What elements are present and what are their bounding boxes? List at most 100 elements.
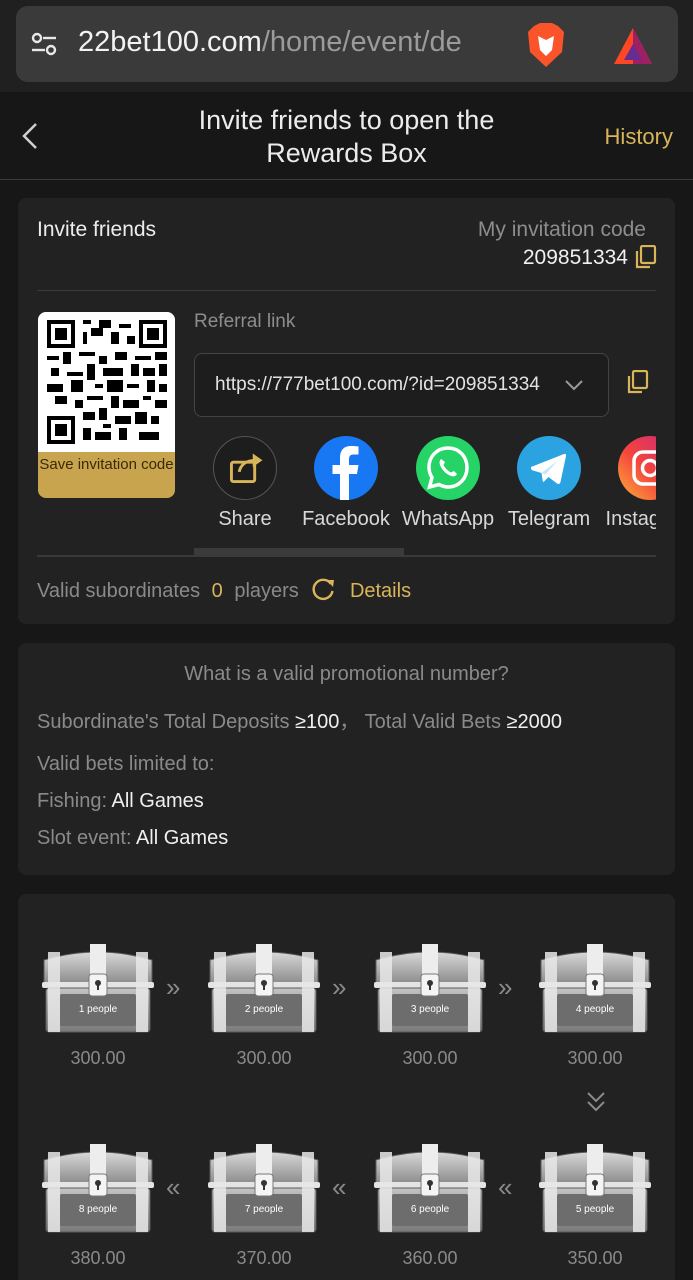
rules-question: What is a valid promotional number?: [184, 663, 509, 685]
url-path: /home/event/de: [261, 26, 462, 58]
bets-value: ≥2000: [506, 711, 563, 733]
details-link[interactable]: Details: [350, 580, 411, 602]
chest-people-label: 1 people: [78, 1004, 118, 1015]
back-arrow-icon[interactable]: [18, 120, 42, 152]
page-header: Invite friends to open the Rewards Box H…: [0, 92, 693, 180]
copy-code-icon[interactable]: [635, 245, 657, 269]
double-chevron-right-icon: »: [332, 972, 347, 1002]
qr-code-card[interactable]: Save invitation code: [38, 312, 175, 498]
invite-title: Invite friends: [37, 218, 157, 241]
deposits-label: Subordinate's Total Deposits: [37, 711, 290, 733]
slot-event-label: Slot event:: [37, 827, 132, 849]
chest-people-label: 7 people: [244, 1204, 284, 1215]
share-icon: [213, 436, 277, 500]
chest-people-label: 8 people: [78, 1204, 118, 1215]
share-scroll-thumb[interactable]: [194, 548, 404, 555]
slot-event-value: All Games: [135, 827, 229, 849]
rewards-chests-card: 1 people 300.00 2 people 300.00 3 people 300.…: [18, 894, 675, 1280]
share-item-telegram[interactable]: Telegram: [498, 436, 600, 548]
divider: [37, 290, 656, 291]
reward-chest-7[interactable]: 7 people: [204, 1138, 324, 1238]
bets-label: Total Valid Bets: [364, 711, 501, 733]
chest-people-label: 3 people: [410, 1004, 450, 1015]
chest-amount: 300.00: [567, 1048, 623, 1068]
referral-link-value: https://777bet100.com/?id=209851334: [215, 374, 540, 395]
site-settings-icon[interactable]: [30, 30, 58, 58]
double-chevron-left-icon: «: [166, 1172, 181, 1202]
url-domain: 22bet100.com: [78, 26, 262, 58]
chest-amount: 360.00: [402, 1248, 458, 1268]
fishing-value: All Games: [111, 790, 204, 812]
double-chevron-down-icon: [585, 1090, 607, 1119]
whatsapp-icon: [416, 436, 480, 500]
referral-link-field[interactable]: https://777bet100.com/?id=209851334: [194, 353, 609, 417]
share-options: Share Facebook WhatsApp Telegram Instag: [194, 436, 656, 548]
valid-subordinates-row: Valid subordinates 0 players Details: [37, 576, 411, 603]
rewards-triangle-icon[interactable]: [612, 26, 654, 66]
reward-chest-8[interactable]: 8 people: [38, 1138, 158, 1238]
double-chevron-right-icon: »: [166, 972, 181, 1002]
address-bar[interactable]: 22bet100.com/home/event/de: [16, 6, 678, 82]
treasure-chest-icon: [208, 944, 320, 1033]
chest-people-label: 4 people: [575, 1004, 615, 1015]
chest-amount: 370.00: [236, 1248, 292, 1268]
qr-code-image: [47, 320, 167, 444]
instagram-icon: [618, 436, 656, 500]
copy-link-icon[interactable]: [627, 370, 649, 394]
chest-amount: 380.00: [70, 1248, 126, 1268]
fishing-label: Fishing:: [37, 790, 108, 812]
treasure-chest-icon: [208, 1144, 320, 1233]
valid-subordinates-count: 0: [211, 580, 223, 602]
share-scroll-track: [37, 555, 656, 557]
share-item-whatsapp[interactable]: WhatsApp: [397, 436, 499, 548]
chevron-down-icon[interactable]: [564, 378, 584, 392]
treasure-chest-icon: [42, 1144, 154, 1233]
treasure-chest-icon: [539, 944, 651, 1033]
reward-chest-2[interactable]: 2 people: [204, 938, 324, 1038]
valid-subordinates-unit: players: [234, 580, 299, 602]
share-item-facebook[interactable]: Facebook: [295, 436, 397, 548]
double-chevron-left-icon: «: [332, 1172, 347, 1202]
treasure-chest-icon: [374, 1144, 486, 1233]
save-invitation-code-button[interactable]: Save invitation code: [38, 455, 175, 475]
facebook-icon: [314, 436, 378, 500]
share-item-share[interactable]: Share: [194, 436, 296, 548]
referral-link-label: Referral link: [194, 311, 296, 332]
separator: ，: [339, 711, 360, 733]
double-chevron-right-icon: »: [498, 972, 513, 1002]
chest-people-label: 6 people: [410, 1204, 450, 1215]
reward-chest-5[interactable]: 5 people: [535, 1138, 655, 1238]
valid-bets-limited-label: Valid bets limited to:: [37, 753, 215, 775]
invitation-code-value: 209851334: [522, 246, 628, 269]
deposits-value: ≥100: [295, 711, 340, 733]
chest-amount: 300.00: [402, 1048, 458, 1068]
history-link[interactable]: History: [605, 124, 673, 150]
reward-chest-4[interactable]: 4 people: [535, 938, 655, 1038]
telegram-icon: [517, 436, 581, 500]
valid-subordinates-label: Valid subordinates: [37, 580, 201, 602]
treasure-chest-icon: [539, 1144, 651, 1233]
rules-card: What is a valid promotional number? Subo…: [18, 643, 675, 875]
refresh-icon[interactable]: [310, 576, 336, 602]
share-item-instagram[interactable]: Instagram: [599, 436, 656, 548]
slot-event-row: Slot event: All Games: [37, 827, 228, 850]
reward-chest-1[interactable]: 1 people: [38, 938, 158, 1038]
reward-chest-3[interactable]: 3 people: [370, 938, 490, 1038]
page-title: Invite friends to open the Rewards Box: [198, 105, 495, 168]
treasure-chest-icon: [374, 944, 486, 1033]
browser-toolbar: 22bet100.com/home/event/de: [0, 0, 693, 92]
reward-chest-6[interactable]: 6 people: [370, 1138, 490, 1238]
treasure-chest-icon: [42, 944, 154, 1033]
brave-shields-icon[interactable]: [526, 22, 566, 68]
fishing-row: Fishing: All Games: [37, 790, 204, 813]
url-text[interactable]: 22bet100.com/home/event/de: [78, 26, 508, 66]
instagram-label: Instagram: [605, 508, 656, 530]
requirements-line: Subordinate's Total Deposits ≥100， Total…: [37, 705, 562, 734]
qr-code-background: [38, 312, 175, 452]
chest-people-label: 2 people: [244, 1004, 284, 1015]
chest-amount: 350.00: [567, 1248, 623, 1268]
chest-people-label: 5 people: [575, 1204, 615, 1215]
chest-amount: 300.00: [70, 1048, 126, 1068]
chest-amount: 300.00: [236, 1048, 292, 1068]
double-chevron-left-icon: «: [498, 1172, 513, 1202]
